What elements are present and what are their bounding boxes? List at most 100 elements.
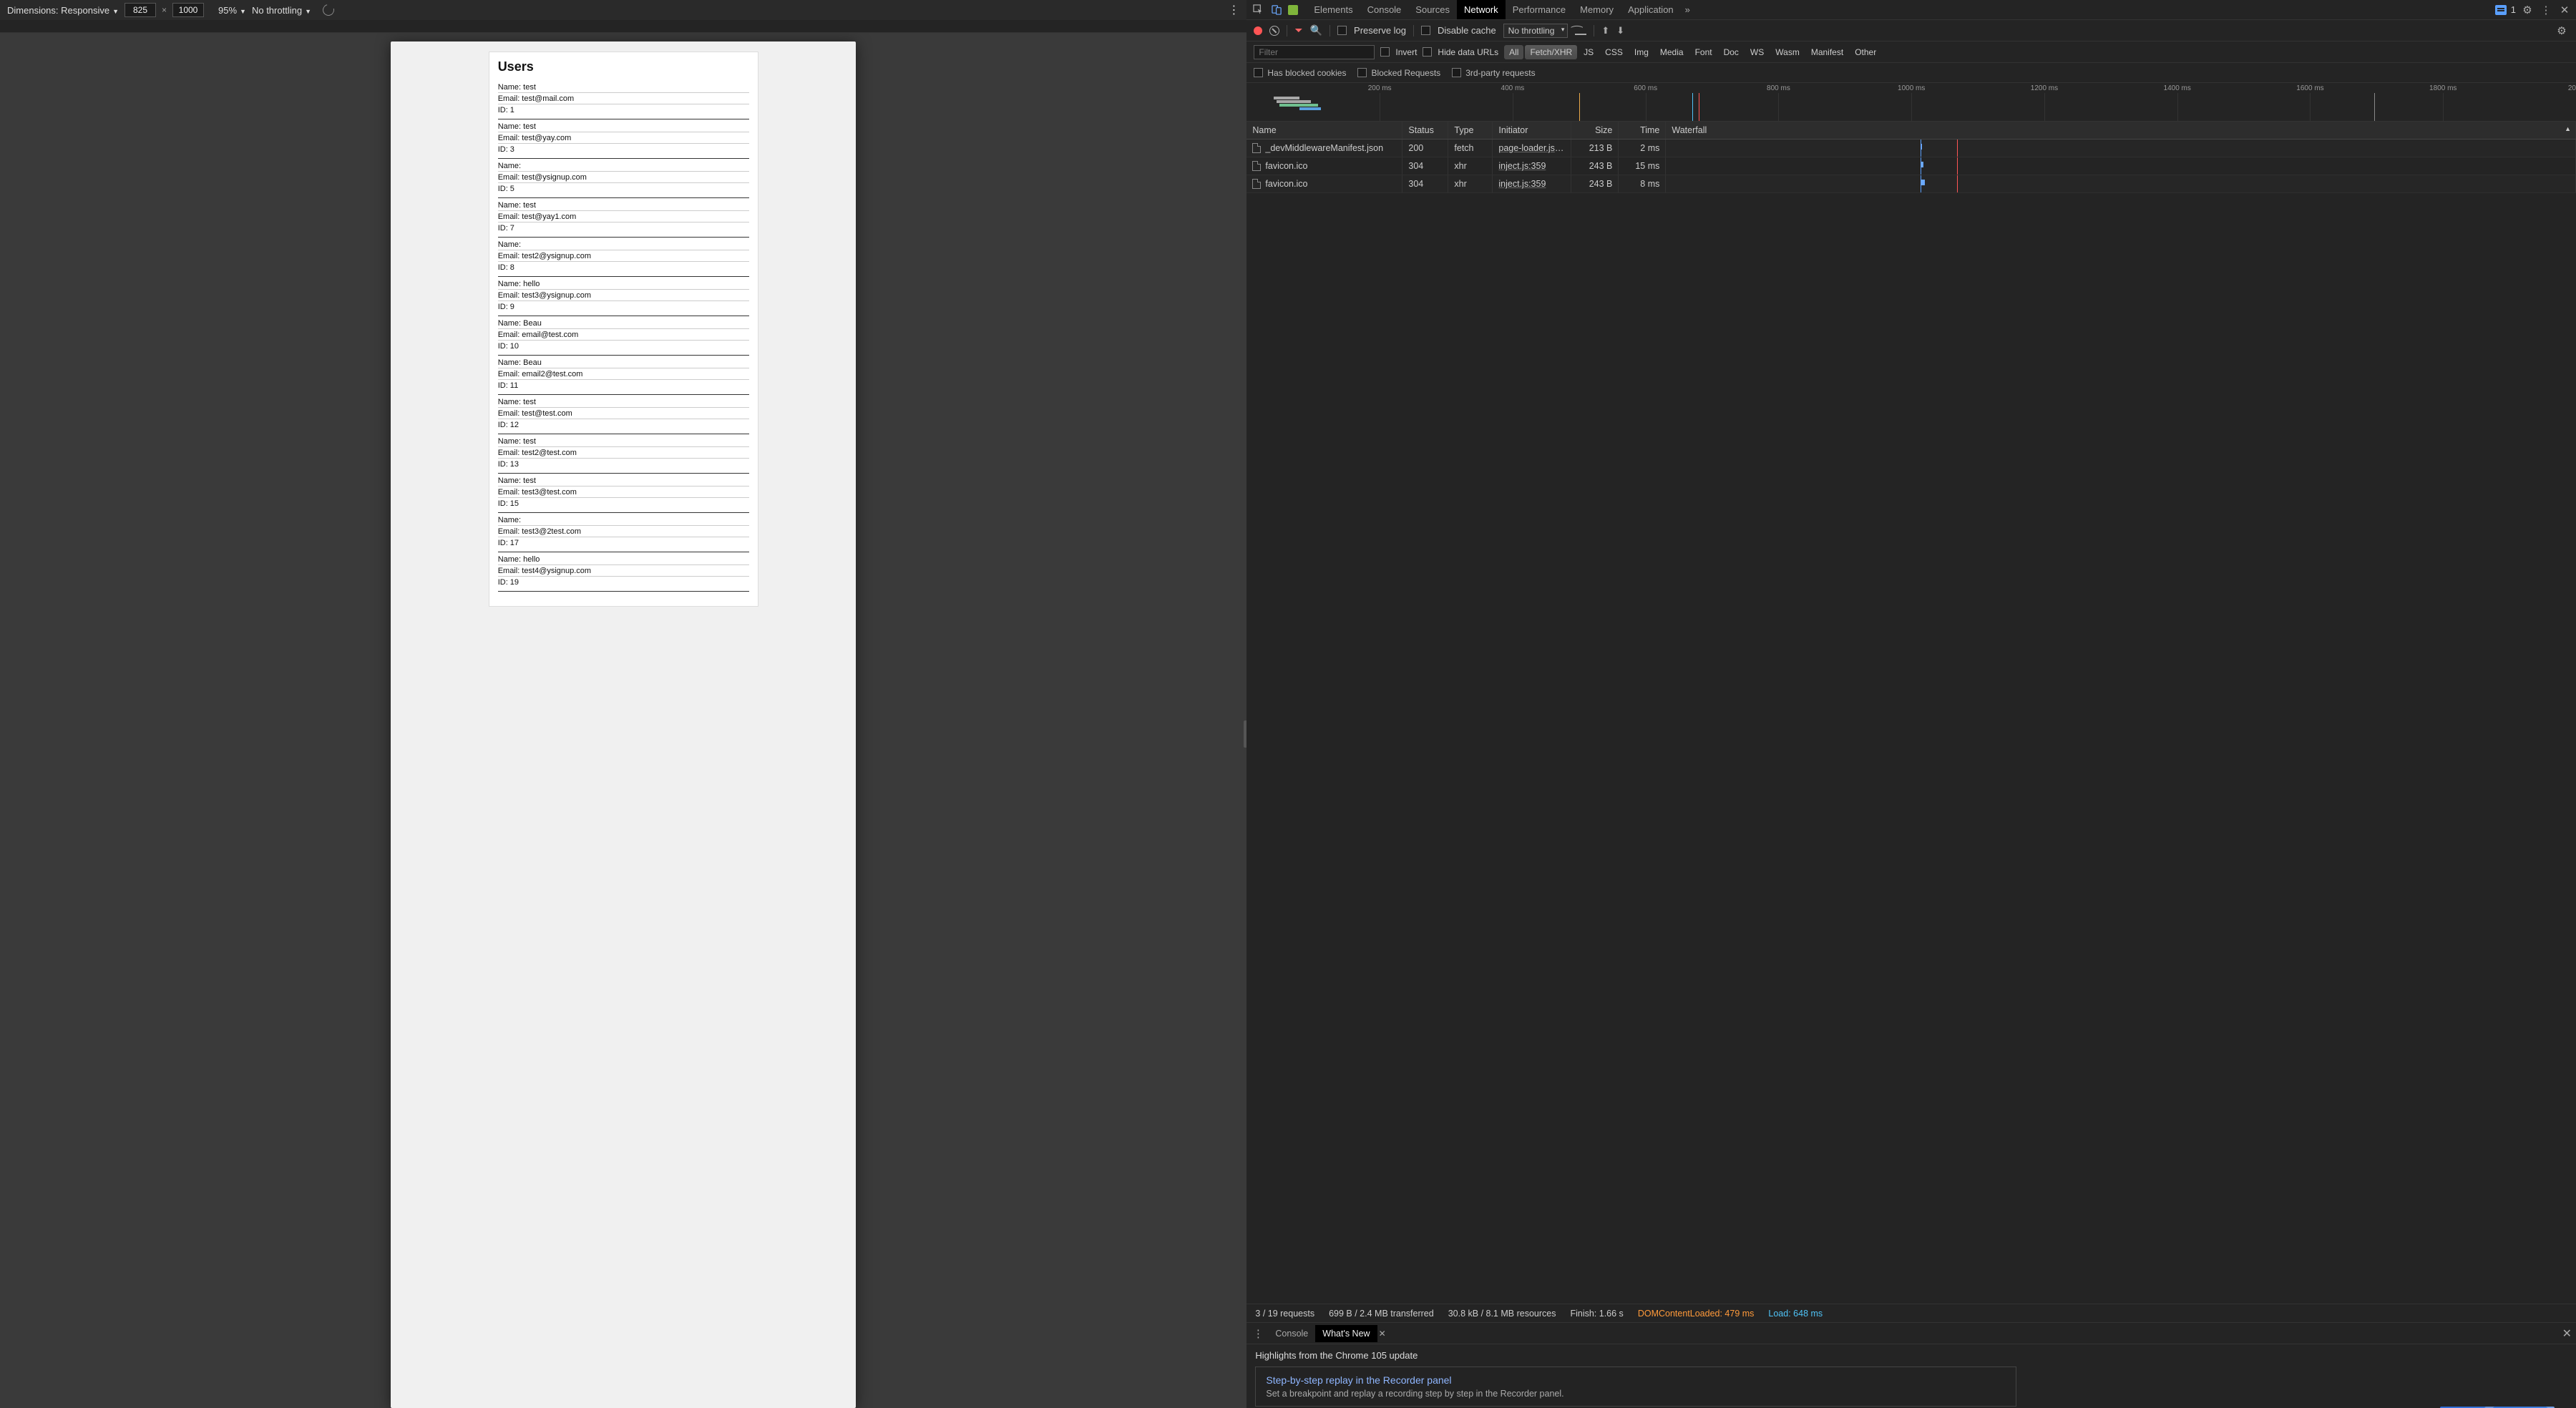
zoom-dropdown[interactable]: 95%▼ [218, 5, 246, 16]
tab-network[interactable]: Network [1457, 0, 1506, 19]
tabs-overflow-icon[interactable]: » [1681, 4, 1694, 15]
preserve-log-checkbox[interactable] [1337, 26, 1347, 35]
user-id: ID: 13 [498, 459, 749, 469]
filter-type-media[interactable]: Media [1655, 45, 1689, 59]
user-row: Name: testEmail: test@yay1.comID: 7 [498, 198, 749, 238]
user-name: Name: [498, 240, 749, 250]
status-bar: 3 / 19 requests 699 B / 2.4 MB transferr… [1246, 1304, 2576, 1322]
disable-cache-checkbox[interactable] [1421, 26, 1430, 35]
status-transferred: 699 B / 2.4 MB transferred [1329, 1309, 1434, 1319]
network-conditions-icon[interactable] [1575, 26, 1586, 35]
network-settings-icon[interactable]: ⚙ [2555, 24, 2569, 37]
inspect-icon[interactable] [1251, 3, 1265, 17]
user-email: Email: test@yay1.com [498, 212, 749, 223]
request-initiator[interactable]: inject.js:359 [1498, 179, 1546, 189]
emulated-viewport[interactable]: Users Name: testEmail: test@mail.comID: … [391, 41, 856, 1408]
invert-checkbox[interactable] [1380, 47, 1390, 57]
filter-type-doc[interactable]: Doc [1719, 45, 1744, 59]
request-initiator[interactable]: page-loader.js?fae… [1498, 143, 1571, 153]
filter-type-img[interactable]: Img [1629, 45, 1654, 59]
filter-type-wasm[interactable]: Wasm [1770, 45, 1805, 59]
user-email: Email: email@test.com [498, 330, 749, 341]
node-icon[interactable] [1288, 5, 1298, 15]
split-drag-handle[interactable] [1244, 720, 1246, 748]
devtools-close-icon[interactable]: ✕ [2557, 4, 2572, 16]
issues-icon[interactable] [2495, 5, 2507, 15]
col-name[interactable]: Name [1246, 122, 1402, 139]
clear-icon[interactable] [1269, 26, 1279, 36]
request-row[interactable]: favicon.ico304xhrinject.js:359243 B8 ms [1246, 175, 2576, 193]
tab-memory[interactable]: Memory [1573, 0, 1621, 19]
filter-type-font[interactable]: Font [1690, 45, 1717, 59]
drawer-tab-console[interactable]: Console [1268, 1325, 1315, 1342]
filter-type-manifest[interactable]: Manifest [1806, 45, 1848, 59]
dimensions-dropdown[interactable]: Dimensions: Responsive▼ [7, 5, 119, 16]
timeline-tick: 600 ms [1634, 84, 1657, 92]
blocked-requests-checkbox[interactable] [1357, 68, 1367, 77]
width-input[interactable] [125, 3, 156, 17]
filter-input[interactable] [1254, 45, 1375, 59]
user-row: Name: testEmail: test@yay.comID: 3 [498, 119, 749, 159]
request-initiator[interactable]: inject.js:359 [1498, 161, 1546, 171]
user-name: Name: hello [498, 554, 749, 565]
whatsnew-card[interactable]: Step-by-step replay in the Recorder pane… [1255, 1367, 2016, 1407]
blocked-cookies-checkbox[interactable] [1254, 68, 1263, 77]
user-email: Email: test3@2test.com [498, 527, 749, 537]
preserve-log-label: Preserve log [1354, 25, 1406, 36]
tab-sources[interactable]: Sources [1408, 0, 1457, 19]
col-initiator[interactable]: Initiator [1493, 122, 1571, 139]
user-row: Name: testEmail: test@mail.comID: 1 [498, 80, 749, 119]
filter-type-css[interactable]: CSS [1600, 45, 1628, 59]
device-toggle-icon[interactable] [1269, 3, 1284, 17]
filter-type-js[interactable]: JS [1579, 45, 1599, 59]
drawer: ⋮ Console What's New ✕ ✕ Highlights from… [1246, 1322, 2576, 1408]
tab-application[interactable]: Application [1621, 0, 1681, 19]
whatsnew-card-sub: Set a breakpoint and replay a recording … [1266, 1389, 2005, 1399]
tab-performance[interactable]: Performance [1506, 0, 1573, 19]
col-type[interactable]: Type [1448, 122, 1493, 139]
filter-icon[interactable]: ⏷ [1294, 24, 1302, 36]
hide-data-urls-checkbox[interactable] [1423, 47, 1432, 57]
tab-elements[interactable]: Elements [1307, 0, 1360, 19]
record-icon[interactable] [1254, 26, 1262, 35]
col-size[interactable]: Size [1571, 122, 1619, 139]
request-status: 304 [1402, 175, 1448, 192]
user-id: ID: 8 [498, 263, 749, 273]
filter-type-other[interactable]: Other [1850, 45, 1881, 59]
filter-type-ws[interactable]: WS [1745, 45, 1769, 59]
devtools-more-icon[interactable]: ⋮ [2539, 4, 2553, 16]
col-waterfall[interactable]: Waterfall▲ [1666, 122, 2576, 139]
hide-data-urls-label: Hide data URLs [1438, 47, 1498, 57]
user-row: Name: Email: test@ysignup.comID: 5 [498, 159, 749, 198]
throttling-dropdown[interactable]: No throttling▼ [252, 5, 311, 16]
throttling-select[interactable]: No throttling [1503, 24, 1568, 38]
settings-icon[interactable]: ⚙ [2520, 4, 2534, 16]
height-input[interactable] [172, 3, 204, 17]
status-load: Load: 648 ms [1768, 1309, 1823, 1319]
timeline-overview[interactable]: 200 ms400 ms600 ms800 ms1000 ms1200 ms14… [1246, 83, 2576, 122]
rotate-icon[interactable] [321, 2, 336, 18]
user-row: Name: BeauEmail: email2@test.comID: 11 [498, 356, 749, 395]
drawer-tab-close-icon[interactable]: ✕ [1379, 1329, 1386, 1339]
device-toolbar: Dimensions: Responsive▼ × 95%▼ No thrott… [0, 0, 1246, 20]
tab-console[interactable]: Console [1360, 0, 1409, 19]
export-har-icon[interactable]: ⬇ [1616, 25, 1624, 36]
request-row[interactable]: favicon.ico304xhrinject.js:359243 B15 ms [1246, 157, 2576, 175]
blocked-cookies-label: Has blocked cookies [1267, 68, 1346, 78]
col-status[interactable]: Status [1402, 122, 1448, 139]
filter-type-fetchxhr[interactable]: Fetch/XHR [1525, 45, 1577, 59]
drawer-more-icon[interactable]: ⋮ [1251, 1327, 1265, 1340]
third-party-checkbox[interactable] [1452, 68, 1461, 77]
import-har-icon[interactable]: ⬆ [1601, 25, 1609, 36]
request-row[interactable]: _devMiddlewareManifest.json200fetchpage-… [1246, 140, 2576, 157]
filter-type-all[interactable]: All [1504, 45, 1523, 59]
status-finish: Finish: 1.66 s [1570, 1309, 1623, 1319]
timeline-tick: 1200 ms [2031, 84, 2058, 92]
device-more-icon[interactable]: ⋮ [1228, 3, 1239, 17]
user-email: Email: test@ysignup.com [498, 172, 749, 183]
col-time[interactable]: Time [1619, 122, 1666, 139]
drawer-tab-whatsnew[interactable]: What's New [1315, 1325, 1377, 1342]
drawer-close-icon[interactable]: ✕ [2562, 1326, 2572, 1341]
user-name: Name: hello [498, 279, 749, 290]
search-icon[interactable]: 🔍 [1310, 24, 1322, 36]
